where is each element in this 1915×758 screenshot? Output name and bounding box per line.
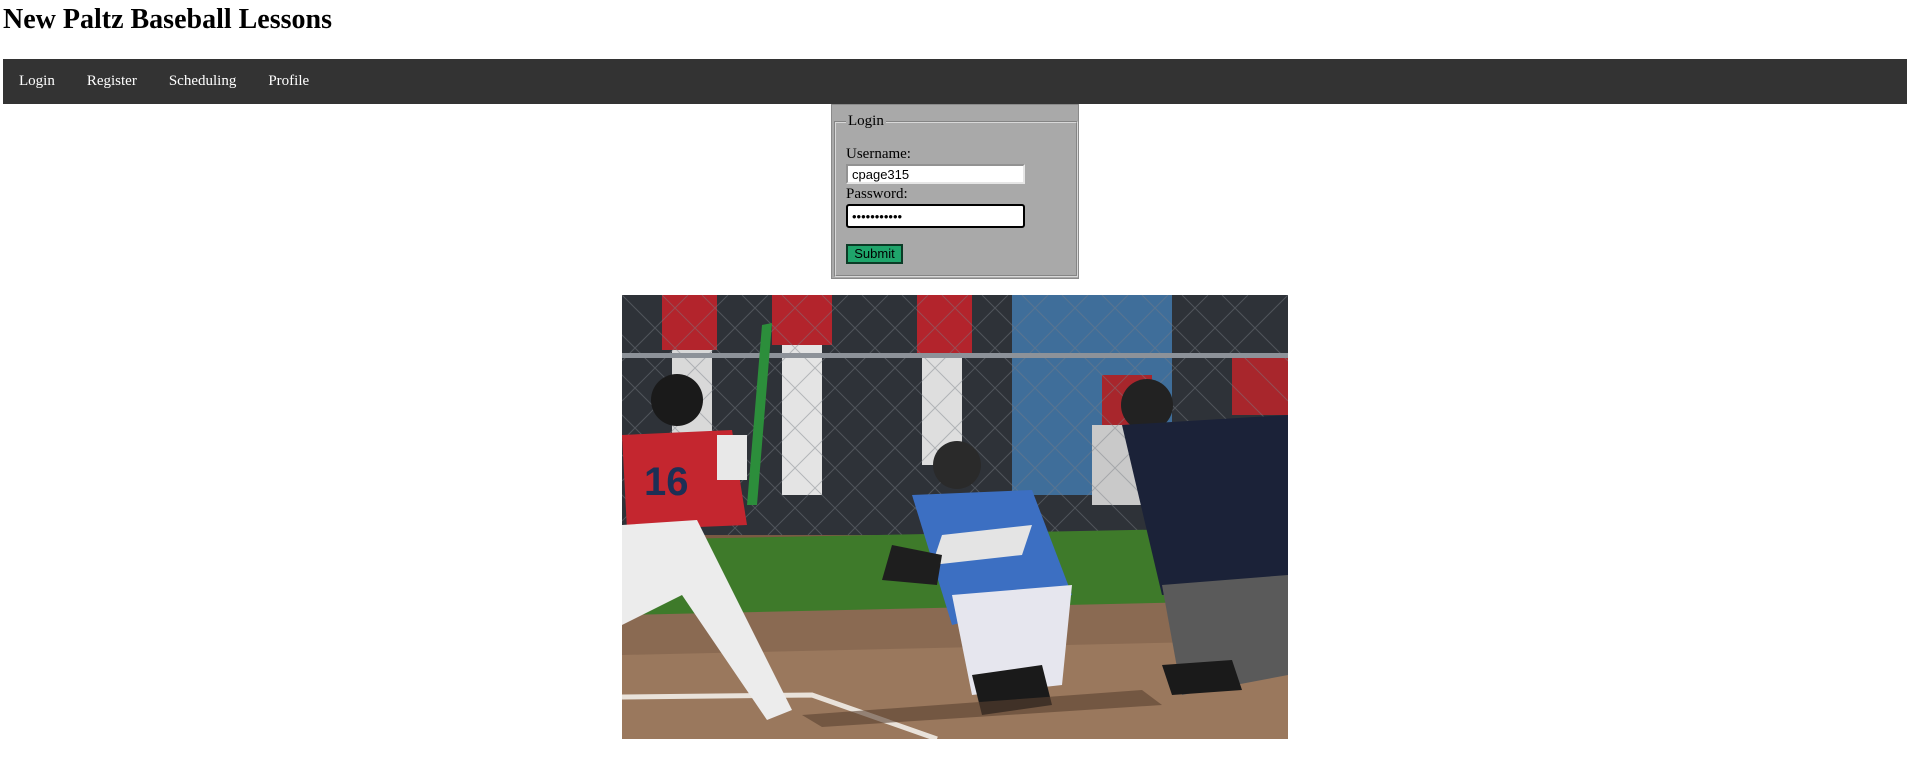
username-input[interactable]	[846, 164, 1025, 184]
login-legend: Login	[848, 113, 884, 129]
navbar: Login Register Scheduling Profile	[3, 59, 1907, 104]
jersey-number: 16	[644, 460, 689, 504]
login-panel: Login Username: Password: Submit	[831, 104, 1079, 279]
nav-item-scheduling[interactable]: Scheduling	[153, 59, 253, 104]
page-title: New Paltz Baseball Lessons	[3, 4, 332, 35]
baseball-photo-illustration: 16	[622, 295, 1288, 739]
password-label: Password:	[846, 186, 908, 202]
password-input[interactable]	[846, 204, 1025, 228]
baseball-photo: 16	[622, 295, 1288, 739]
nav-item-login[interactable]: Login	[3, 59, 71, 104]
username-label: Username:	[846, 146, 911, 162]
page: New Paltz Baseball Lessons Login Registe…	[0, 0, 1915, 758]
nav-item-profile[interactable]: Profile	[252, 59, 325, 104]
nav-item-register[interactable]: Register	[71, 59, 153, 104]
submit-button[interactable]: Submit	[846, 244, 903, 264]
